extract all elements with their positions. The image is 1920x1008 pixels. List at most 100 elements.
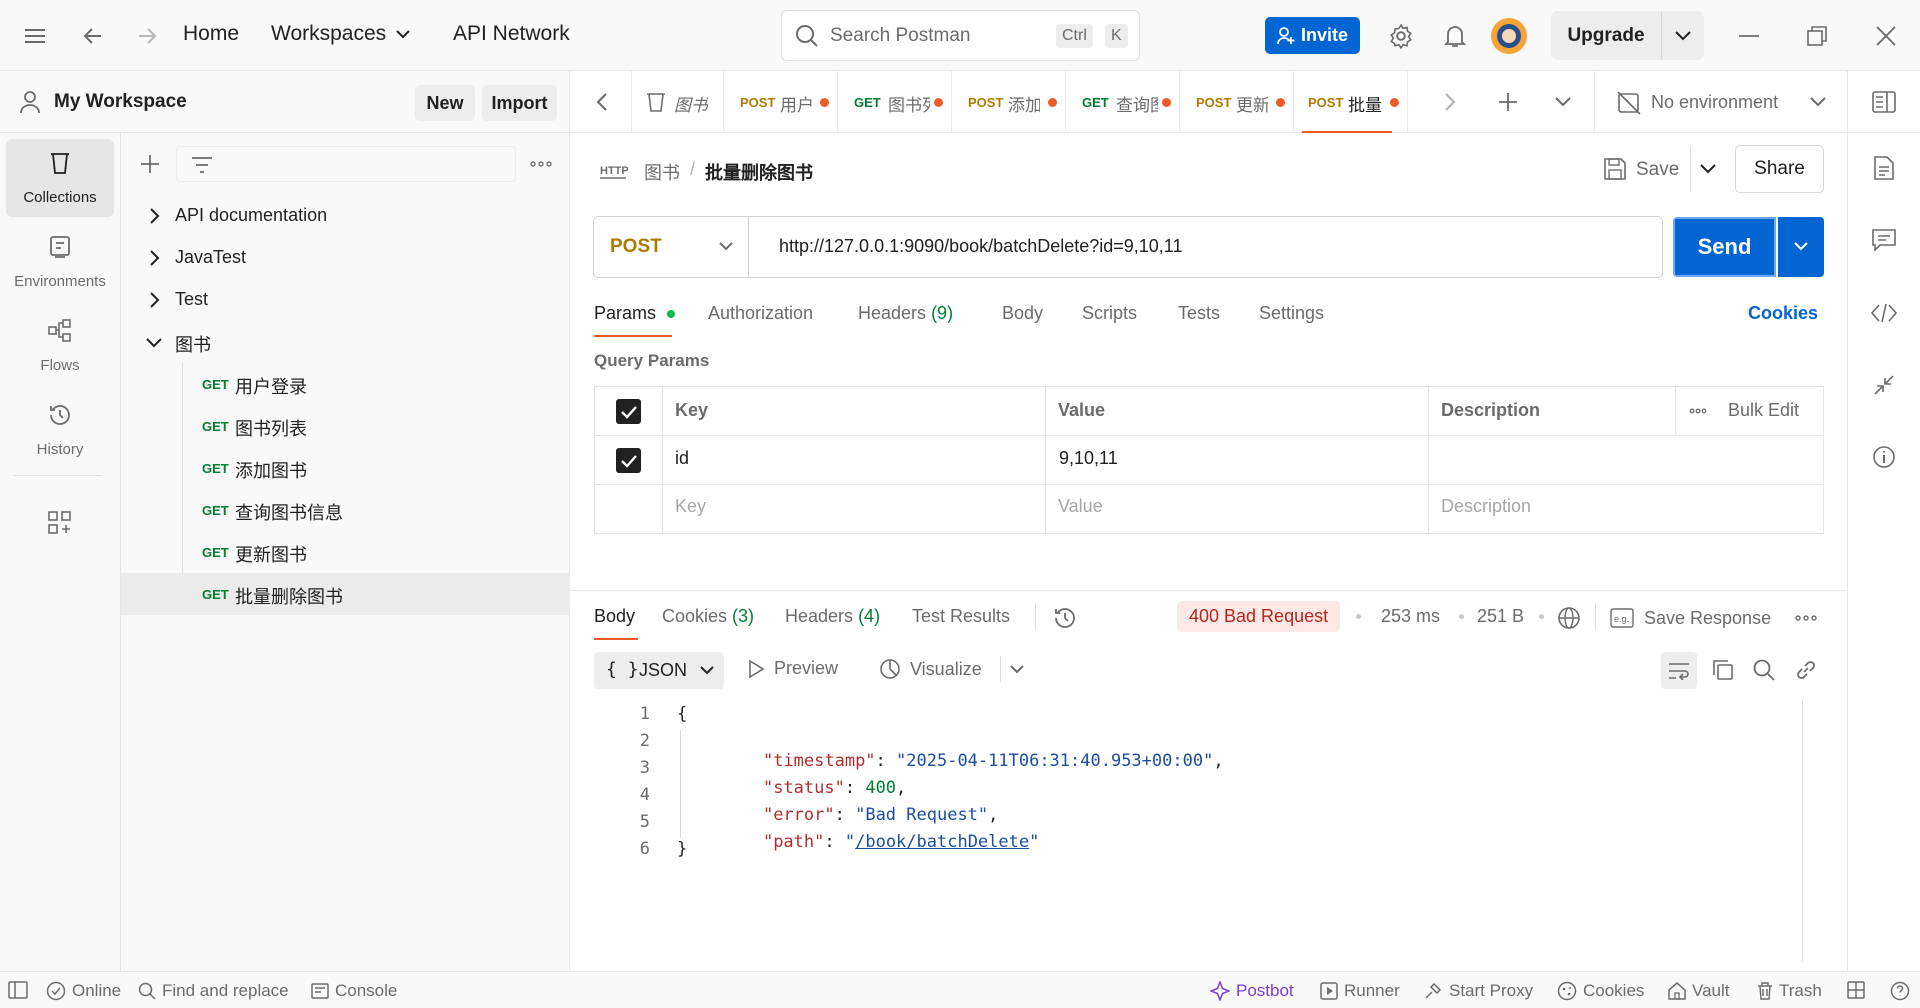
tab-scripts[interactable]: Scripts: [1082, 303, 1137, 324]
search-input[interactable]: Search Postman Ctrl K: [781, 10, 1140, 61]
collection-item[interactable]: JavaTest: [121, 237, 570, 279]
plus-icon[interactable]: [1494, 89, 1522, 115]
close-icon[interactable]: [1871, 22, 1901, 50]
tab-request-active[interactable]: POST 批量: [1294, 71, 1408, 133]
response-size[interactable]: 251 B: [1477, 606, 1524, 627]
wrap-lines-icon[interactable]: [1661, 652, 1697, 689]
copy-icon[interactable]: [1709, 656, 1737, 684]
code-icon[interactable]: [1870, 299, 1898, 327]
send-button[interactable]: Send: [1673, 217, 1776, 277]
forward-arrow-icon[interactable]: [132, 22, 162, 50]
gear-icon[interactable]: [1386, 22, 1416, 50]
chevron-down-icon[interactable]: [1550, 89, 1576, 115]
send-options-button[interactable]: [1778, 217, 1824, 277]
rail-history[interactable]: History: [6, 391, 114, 469]
tab-request[interactable]: POST 更新: [1180, 71, 1294, 133]
tab-authorization[interactable]: Authorization: [708, 303, 813, 324]
request-item[interactable]: GET 更新图书: [121, 531, 570, 573]
new-param-description-input[interactable]: Description: [1441, 496, 1531, 517]
find-replace-button[interactable]: Find and replace: [138, 981, 289, 1001]
bell-icon[interactable]: [1440, 22, 1470, 50]
postbot-button[interactable]: Postbot: [1210, 981, 1294, 1001]
bulk-edit-button[interactable]: Bulk Edit: [1728, 400, 1799, 421]
collection-item[interactable]: Test: [121, 279, 570, 321]
request-item[interactable]: GET 图书列表: [121, 405, 570, 447]
request-item[interactable]: GET 用户登录: [121, 363, 570, 405]
rail-flows[interactable]: Flows: [6, 307, 114, 385]
upgrade-button[interactable]: Upgrade: [1551, 11, 1704, 60]
link-icon[interactable]: [1792, 656, 1820, 684]
save-button[interactable]: Save: [1600, 146, 1688, 192]
search-icon[interactable]: [1750, 656, 1778, 684]
related-collections-icon[interactable]: [1870, 371, 1898, 399]
more-options-icon[interactable]: [1792, 604, 1820, 632]
nav-home[interactable]: Home: [183, 22, 239, 46]
response-tab-test-results[interactable]: Test Results: [912, 606, 1010, 627]
console-button[interactable]: Console: [311, 981, 397, 1001]
chevron-down-icon[interactable]: [1675, 31, 1691, 41]
toggle-sidebar-button[interactable]: [8, 981, 28, 999]
json-path-link[interactable]: /book/batchDelete: [855, 832, 1029, 852]
response-tab-body[interactable]: Body: [594, 606, 635, 627]
share-button[interactable]: Share: [1735, 145, 1824, 193]
preview-button[interactable]: Preview: [748, 658, 838, 679]
more-options-icon[interactable]: [526, 151, 556, 177]
info-icon[interactable]: [1870, 443, 1898, 471]
back-arrow-icon[interactable]: [78, 22, 108, 50]
chevron-right-icon[interactable]: [1438, 89, 1462, 115]
import-button[interactable]: Import: [482, 85, 557, 121]
start-proxy-button[interactable]: Start Proxy: [1423, 981, 1533, 1001]
tab-headers[interactable]: Headers (9): [858, 303, 953, 324]
chevron-left-icon[interactable]: [590, 89, 614, 115]
minimize-icon[interactable]: [1734, 22, 1764, 50]
add-widget-icon[interactable]: [44, 507, 76, 539]
layout-toggle-button[interactable]: [1847, 981, 1865, 999]
cookies-button[interactable]: Cookies: [1557, 981, 1644, 1001]
plus-icon[interactable]: [137, 151, 163, 177]
globe-icon[interactable]: [1555, 604, 1583, 632]
help-button[interactable]: [1890, 981, 1910, 1001]
status-badge[interactable]: 400 Bad Request: [1177, 601, 1341, 632]
tab-request[interactable]: POST 用户: [724, 71, 838, 133]
editor-scrollbar[interactable]: [1802, 700, 1803, 962]
collection-item[interactable]: API documentation: [121, 195, 570, 237]
cookies-link[interactable]: Cookies: [1748, 303, 1818, 324]
chevron-down-icon[interactable]: [1004, 656, 1030, 682]
workspace-name[interactable]: My Workspace: [54, 91, 187, 113]
nav-workspaces[interactable]: Workspaces: [271, 22, 410, 46]
more-options-icon[interactable]: [1689, 408, 1707, 414]
tab-settings[interactable]: Settings: [1259, 303, 1324, 324]
param-key[interactable]: id: [675, 448, 689, 469]
new-button[interactable]: New: [415, 85, 475, 121]
trash-button[interactable]: Trash: [1757, 981, 1822, 1001]
environment-selector[interactable]: No environment: [1605, 83, 1835, 121]
new-param-key-input[interactable]: Key: [675, 496, 706, 517]
url-input[interactable]: http://127.0.0.1:9090/book/batchDelete?i…: [779, 236, 1183, 257]
response-tab-headers[interactable]: Headers (4): [785, 606, 880, 627]
tab-collection[interactable]: 图书: [632, 71, 724, 133]
method-selector[interactable]: POST: [594, 217, 749, 277]
breadcrumb-current[interactable]: 批量删除图书: [705, 159, 813, 185]
vault-button[interactable]: Vault: [1668, 981, 1730, 1001]
menu-icon[interactable]: [20, 22, 50, 50]
request-item[interactable]: GET 添加图书: [121, 447, 570, 489]
save-response-button[interactable]: e.g. Save Response: [1610, 604, 1771, 632]
param-enabled-checkbox[interactable]: [616, 448, 641, 473]
runner-button[interactable]: Runner: [1320, 981, 1400, 1001]
tab-request[interactable]: GET 查询图: [1066, 71, 1180, 133]
tab-params[interactable]: Params: [594, 303, 676, 324]
invite-button[interactable]: Invite: [1265, 17, 1360, 54]
format-selector[interactable]: { } JSON: [594, 652, 724, 689]
breadcrumb-parent[interactable]: 图书: [644, 159, 680, 185]
request-item[interactable]: GET 查询图书信息: [121, 489, 570, 531]
online-status[interactable]: Online: [46, 981, 121, 1001]
select-all-checkbox[interactable]: [616, 399, 641, 424]
history-icon[interactable]: [1051, 604, 1079, 632]
new-param-value-input[interactable]: Value: [1058, 496, 1103, 517]
tab-request[interactable]: GET 图书列: [838, 71, 952, 133]
collection-item[interactable]: 图书: [121, 321, 570, 363]
filter-input[interactable]: [176, 146, 516, 182]
restore-icon[interactable]: [1802, 22, 1832, 50]
visualize-button[interactable]: Visualize: [878, 657, 982, 681]
tab-request[interactable]: POST 添加: [952, 71, 1066, 133]
